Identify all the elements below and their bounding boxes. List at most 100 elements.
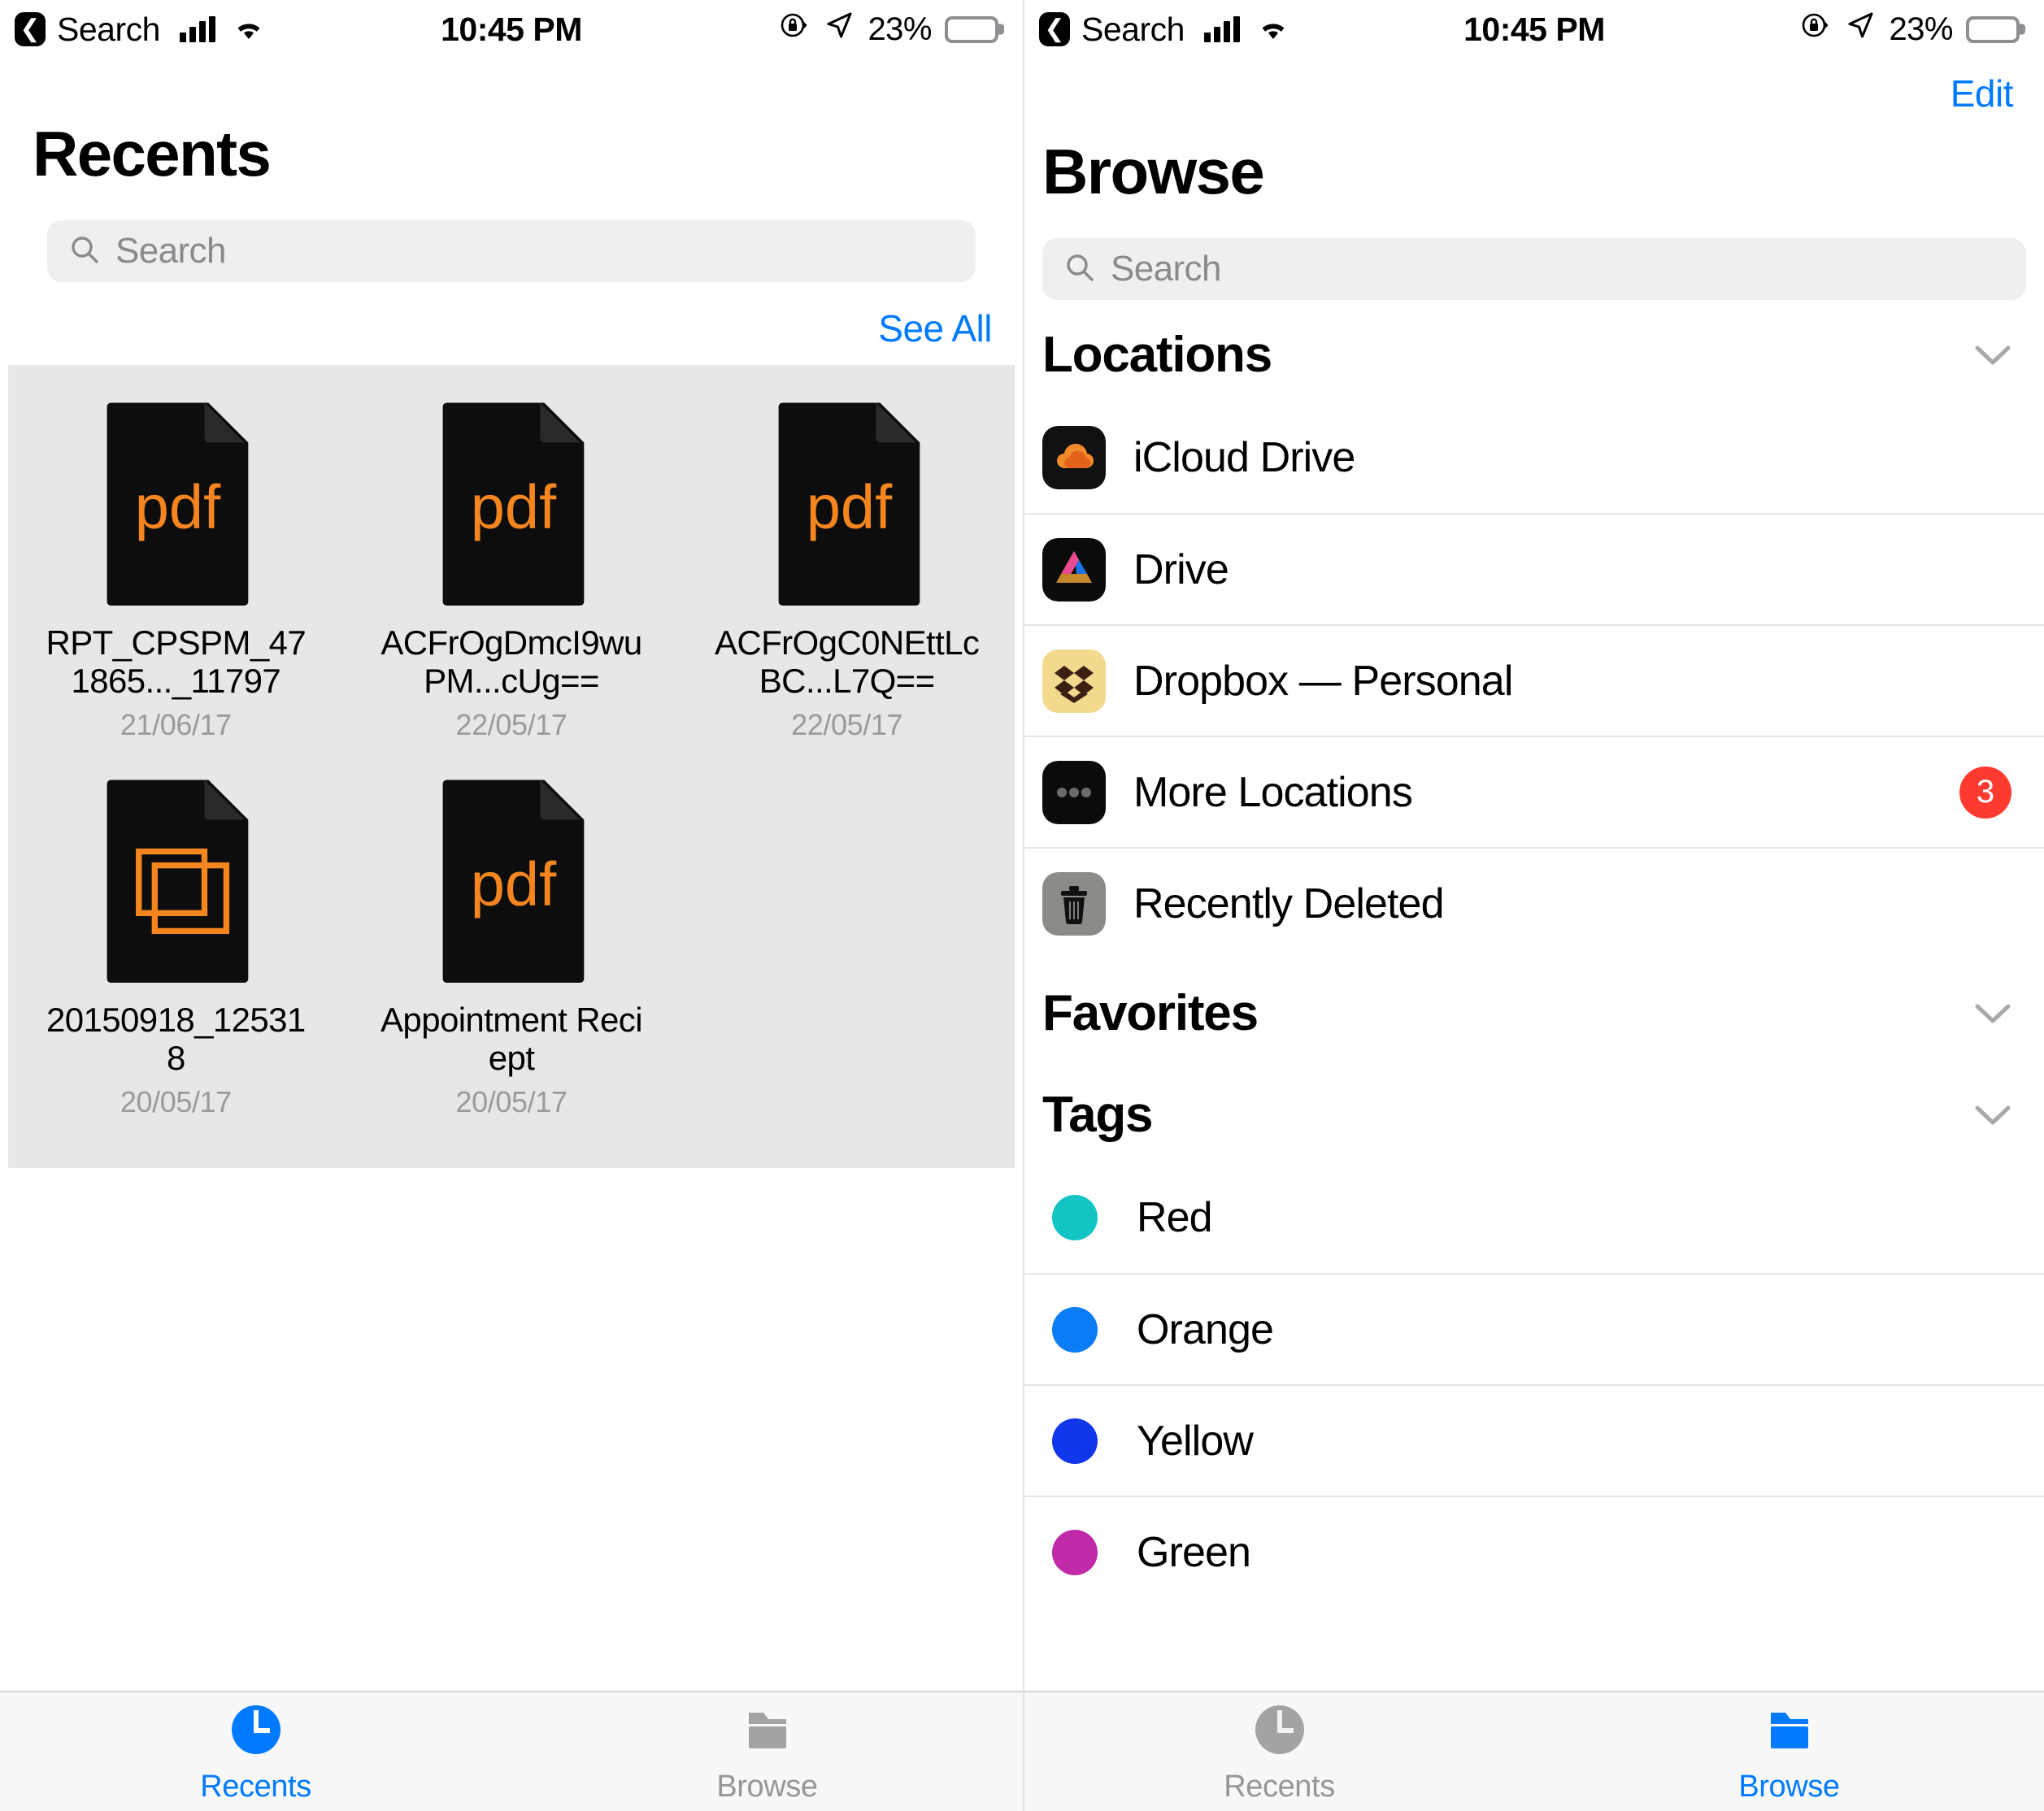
- status-bar-back-label-right[interactable]: Search: [1081, 11, 1185, 49]
- tab-recents[interactable]: Recents: [1024, 1692, 1534, 1811]
- row-label: Dropbox — Personal: [1133, 657, 1513, 705]
- location-arrow-icon: [1845, 10, 1876, 49]
- section-header-locations[interactable]: Locations: [1024, 300, 2044, 402]
- file-cell[interactable]: pdf Appointment Reciept 20/05/17: [344, 763, 680, 1140]
- location-row[interactable]: Drive: [1024, 513, 2044, 624]
- status-bar-left-group-right: ❮ Search: [1039, 11, 1289, 49]
- location-row[interactable]: Dropbox — Personal: [1024, 624, 2044, 736]
- row-label: iCloud Drive: [1133, 433, 1355, 481]
- search-icon: [1063, 251, 1096, 288]
- tag-color-dot: [1052, 1418, 1098, 1464]
- pdf-file-icon: pdf: [429, 401, 594, 606]
- tag-row[interactable]: Green: [1024, 1496, 2044, 1607]
- file-date: 20/05/17: [120, 1085, 232, 1119]
- section-header-favorites[interactable]: Favorites: [1024, 958, 2044, 1060]
- see-all-button[interactable]: See All: [878, 306, 992, 350]
- icloud-drive-icon: [1042, 425, 1106, 489]
- google-drive-icon: [1042, 537, 1106, 601]
- file-cell[interactable]: pdf ACFrOgC0NEttLcBC...L7Q== 22/05/17: [679, 386, 1015, 763]
- tag-row[interactable]: Yellow: [1024, 1384, 2044, 1496]
- search-container-recents: Search: [0, 191, 1023, 282]
- file-cell[interactable]: pdf RPT_CPSPM_471865..._11797 21/06/17: [8, 386, 344, 763]
- section-title: Tags: [1042, 1087, 1154, 1143]
- section-header-tags[interactable]: Tags: [1024, 1060, 2044, 1162]
- tab-recents-label: Recents: [1224, 1769, 1335, 1804]
- tab-bar-right: Recents Browse: [1024, 1691, 2044, 1811]
- chevron-left-icon[interactable]: ❮: [15, 12, 46, 46]
- file-date: 22/05/17: [455, 708, 568, 742]
- image-file-icon: [94, 778, 258, 984]
- row-label: Red: [1137, 1193, 1213, 1241]
- cellular-signal-icon: [1203, 16, 1240, 42]
- tag-color-dot: [1052, 1306, 1098, 1353]
- tag-row[interactable]: Orange: [1024, 1273, 2044, 1384]
- row-label: Yellow: [1137, 1417, 1254, 1465]
- tab-recents-label: Recents: [200, 1769, 311, 1804]
- folder-icon: [748, 1712, 786, 1748]
- search-container-browse: Search: [1024, 209, 2044, 300]
- status-bar-right: ❮ Search 10:45 PM 23%: [1024, 0, 2044, 59]
- pdf-file-icon: pdf: [94, 401, 258, 606]
- trash-icon: [1042, 871, 1106, 936]
- status-bar-left-group: ❮ Search: [15, 11, 264, 49]
- clock-icon: [231, 1705, 281, 1754]
- tab-browse[interactable]: Browse: [1534, 1692, 2044, 1811]
- file-cell[interactable]: pdf ACFrOgDmcI9wuPM...cUg== 22/05/17: [344, 386, 680, 763]
- file-date: 22/05/17: [791, 708, 903, 742]
- location-arrow-icon: [824, 10, 855, 49]
- dual-screenshot-container: ❮ Search 10:45 PM 23% Recents Search See…: [0, 0, 2044, 1811]
- search-placeholder-browse: Search: [1111, 249, 1221, 289]
- location-row[interactable]: More Locations 3: [1024, 736, 2044, 847]
- dropbox-icon: [1042, 649, 1106, 713]
- status-bar-right-group-left: 23%: [778, 9, 998, 50]
- status-badge: 3: [1959, 766, 2011, 819]
- tab-browse[interactable]: Browse: [511, 1692, 1023, 1811]
- row-label: More Locations: [1133, 768, 1413, 816]
- file-name: 20150918_125318: [46, 1001, 306, 1078]
- section-title: Favorites: [1042, 985, 1259, 1041]
- section-title: Locations: [1042, 327, 1272, 383]
- file-cell[interactable]: 20150918_125318 20/05/17: [8, 763, 344, 1140]
- status-bar-back-label[interactable]: Search: [57, 11, 160, 49]
- cellular-signal-icon: [179, 16, 215, 42]
- file-name: ACFrOgC0NEttLcBC...L7Q==: [714, 623, 980, 701]
- battery-percent-right: 23%: [1889, 11, 1953, 47]
- file-name: RPT_CPSPM_471865..._11797: [46, 623, 307, 701]
- tag-row[interactable]: Red: [1024, 1162, 2044, 1273]
- row-label: Orange: [1137, 1305, 1274, 1353]
- status-bar-right-group-right: 23%: [1799, 9, 2020, 50]
- tab-browse-label: Browse: [716, 1769, 818, 1804]
- clock-icon: [1255, 1705, 1304, 1754]
- files-app-recents-screen: ❮ Search 10:45 PM 23% Recents Search See…: [0, 0, 1024, 1811]
- location-row[interactable]: iCloud Drive: [1024, 402, 2044, 513]
- pdf-file-icon: pdf: [429, 778, 594, 984]
- tab-bar-left: Recents Browse: [0, 1691, 1023, 1811]
- search-input-recents[interactable]: Search: [47, 220, 976, 282]
- svg-text:pdf: pdf: [135, 473, 221, 542]
- file-date: 21/06/17: [120, 708, 232, 742]
- chevron-left-icon[interactable]: ❮: [1039, 12, 1070, 46]
- wifi-icon: [233, 17, 264, 41]
- chevron-down-icon[interactable]: [1974, 344, 2011, 367]
- pdf-file-icon: pdf: [765, 401, 929, 606]
- search-input-browse[interactable]: Search: [1042, 238, 2026, 300]
- tab-browse-label: Browse: [1738, 1769, 1840, 1804]
- see-all-row: See All: [0, 282, 1023, 365]
- chevron-down-icon[interactable]: [1974, 1104, 2011, 1127]
- search-placeholder-recents: Search: [115, 231, 226, 271]
- page-title-browse: Browse: [1042, 136, 1265, 207]
- wifi-icon: [1258, 17, 1289, 41]
- nav-bar-browse: Edit: [1024, 59, 2044, 128]
- browse-list[interactable]: Locations iCloud Drive Drive Dropbox — Pers…: [1024, 300, 2044, 1691]
- chevron-down-icon[interactable]: [1974, 1002, 2011, 1025]
- rotation-lock-icon: [778, 9, 811, 50]
- status-bar-left: ❮ Search 10:45 PM 23%: [0, 0, 1023, 59]
- tab-recents[interactable]: Recents: [0, 1692, 511, 1811]
- edit-button[interactable]: Edit: [1950, 72, 2014, 115]
- page-title-recents: Recents: [33, 118, 272, 189]
- location-row[interactable]: Recently Deleted: [1024, 847, 2044, 958]
- svg-text:pdf: pdf: [806, 473, 892, 542]
- battery-icon: [945, 15, 998, 43]
- battery-percent-left: 23%: [868, 11, 932, 47]
- file-date: 20/05/17: [455, 1085, 568, 1119]
